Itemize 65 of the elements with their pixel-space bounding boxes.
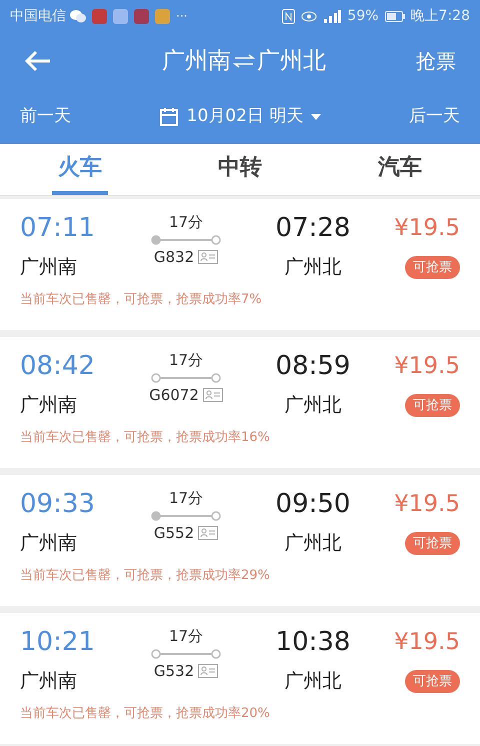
train-number: G552: [154, 522, 194, 544]
sold-out-note: 当前车次已售罄，可抢票，抢票成功率7%: [20, 290, 263, 308]
train-number: G532: [154, 660, 194, 682]
transport-tab[interactable]: 汽车: [374, 144, 426, 195]
grab-ticket-badge: 可抢票: [405, 670, 460, 693]
id-card-icon: [202, 388, 223, 402]
sold-out-note: 当前车次已售罄，可抢票，抢票成功率16%: [20, 428, 271, 446]
carrier-name: 中国电信: [10, 6, 66, 26]
departure-station: 广州南: [20, 255, 78, 280]
duration: 17分: [168, 488, 204, 509]
back-icon[interactable]: [24, 50, 52, 72]
signal-icon: [323, 10, 342, 22]
duration: 17分: [168, 212, 204, 233]
arrival-time: 09:50: [276, 488, 350, 521]
origin-title: 广州南: [162, 46, 231, 76]
id-card-icon: [198, 250, 218, 264]
arrival-station: 广州北: [284, 531, 342, 556]
clock: 晚上7:28: [410, 6, 470, 26]
departure-time: 10:21: [20, 626, 96, 659]
departure-time: 08:42: [20, 350, 96, 383]
arrival-time: 08:59: [276, 350, 350, 383]
grab-ticket-badge: 可抢票: [405, 532, 460, 555]
app-icon: [155, 8, 170, 24]
train-number: G832: [154, 246, 194, 268]
arrival-time: 10:38: [276, 626, 350, 659]
nfc-icon: [282, 8, 296, 24]
dropdown-caret-icon: [311, 114, 322, 120]
arrival-station: 广州北: [284, 669, 342, 694]
departure-station: 广州南: [20, 393, 78, 418]
departure-station: 广州南: [20, 531, 78, 556]
departure-time: 07:11: [20, 212, 96, 245]
calendar-icon: [158, 107, 179, 127]
train-card[interactable]: 09:33 广州南 17分 G552 09:50 广州北 ¥19.5 可抢票 当前车次已售罄，可抢票，抢票成功率29%: [0, 475, 480, 606]
grab-ticket-badge: 可抢票: [405, 256, 460, 279]
eye-icon: [301, 10, 318, 22]
battery-icon: [384, 10, 405, 22]
arrival-time: 07:28: [276, 212, 350, 245]
train-card[interactable]: 07:11 广州南 17分 G832 07:28 广州北 ¥19.5 可抢票 当前车次已售罄，可抢票，抢票成功率7%: [0, 199, 480, 330]
sold-out-note: 当前车次已售罄，可抢票，抢票成功率29%: [20, 566, 271, 584]
duration: 17分: [168, 626, 204, 647]
id-card-icon: [198, 526, 218, 540]
ticket-price: ¥19.5: [394, 352, 460, 381]
sold-out-note: 当前车次已售罄，可抢票，抢票成功率20%: [20, 704, 271, 722]
ticket-price: ¥19.5: [394, 490, 460, 519]
arrival-station: 广州北: [284, 255, 342, 280]
duration: 17分: [168, 350, 204, 371]
more-notifications: ···: [176, 8, 188, 25]
swap-icon[interactable]: [233, 54, 255, 68]
destination-title: 广州北: [257, 46, 326, 76]
train-card[interactable]: 10:21 广州南 17分 G532 10:38 广州北 ¥19.5 可抢票 当前车次已售罄，可抢票，抢票成功率20%: [0, 613, 480, 744]
transport-tab[interactable]: 中转: [214, 144, 266, 195]
id-card-icon: [198, 664, 218, 678]
ticket-price: ¥19.5: [394, 214, 460, 243]
app-icon: [113, 8, 128, 24]
departure-station: 广州南: [20, 669, 78, 694]
battery-percent: 59%: [347, 6, 379, 26]
app-icon: [134, 8, 149, 24]
chat-icon: [70, 10, 86, 22]
train-number: G6072: [149, 384, 199, 406]
app-icon: [92, 8, 107, 24]
train-card[interactable]: 08:42 广州南 17分 G6072 08:59 广州北 ¥19.5 可抢票 当前车次已售罄，可抢票，抢票成功率16%: [0, 337, 480, 468]
departure-time: 09:33: [20, 488, 96, 521]
ticket-price: ¥19.5: [394, 628, 460, 657]
grab-ticket-badge: 可抢票: [405, 394, 460, 417]
arrival-station: 广州北: [284, 393, 342, 418]
